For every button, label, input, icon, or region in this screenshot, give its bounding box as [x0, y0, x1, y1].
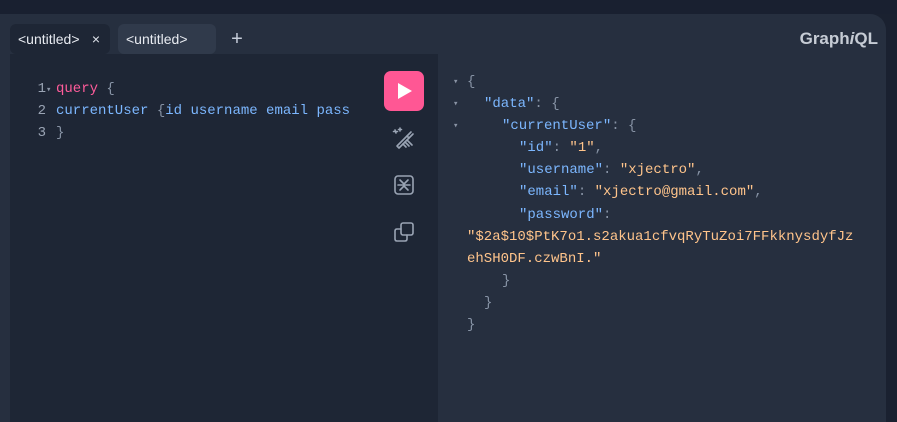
result-line: ▾{	[440, 71, 853, 93]
graphiql-main: <untitled> × <untitled> + GraphiQL 1▾ que…	[0, 14, 886, 422]
query-code[interactable]: 1▾ query { 2 currentUser {id username ema…	[10, 78, 350, 144]
fold-arrow-icon[interactable]: ▾	[453, 115, 458, 137]
results-json: ▾{ ▾ "data": { ▾ "currentUser": { "id": "1…	[440, 71, 853, 336]
fold-arrow-icon[interactable]: ▾	[46, 79, 54, 101]
line-text: query {	[56, 81, 115, 97]
editor-line: 3 }	[10, 122, 350, 144]
top-strip	[0, 0, 897, 14]
result-line: "$2a$10$PtK7o1.s2akua1cfvqRyTuZoi7FFkkny…	[467, 228, 854, 245]
field-name: currentUser	[56, 103, 157, 119]
close-icon[interactable]: ×	[92, 24, 100, 54]
graphiql-logo: GraphiQL	[799, 29, 878, 48]
brace: {	[156, 103, 166, 119]
line-text: }	[56, 125, 65, 141]
play-icon	[398, 83, 412, 99]
result-line: ▾ "data": {	[440, 93, 853, 115]
line-number: 2	[37, 103, 46, 119]
add-tab-button[interactable]: +	[229, 29, 245, 49]
result-line: }	[502, 272, 511, 289]
result-line: "username": "xjectro",	[519, 162, 704, 179]
result-line: "email": "xjectro@gmail.com",	[519, 184, 763, 201]
editor-line: 2 currentUser {id username email pass	[10, 100, 350, 122]
editor-line: 1▾ query {	[10, 78, 350, 100]
run-button[interactable]	[384, 71, 424, 111]
prettify-button[interactable]	[390, 125, 418, 153]
tab-untitled-2[interactable]: <untitled>	[118, 24, 216, 54]
line-number: 3	[37, 125, 46, 141]
tab-label: <untitled>	[126, 31, 188, 47]
result-line: }	[467, 317, 476, 334]
result-line: ▾ "currentUser": {	[440, 115, 853, 137]
copy-query-button[interactable]	[390, 218, 418, 246]
tab-untitled-1[interactable]: <untitled> ×	[10, 24, 110, 54]
graphiql-window: <untitled> × <untitled> + GraphiQL 1▾ que…	[0, 0, 897, 422]
merge-fragments-icon	[394, 175, 414, 195]
tab-label: <untitled>	[18, 31, 80, 47]
results-panel[interactable]: ▾{ ▾ "data": { ▾ "currentUser": { "id": "1…	[440, 54, 886, 422]
query-editor[interactable]: 1▾ query { 2 currentUser {id username ema…	[10, 54, 438, 422]
field-list: id username email pass	[165, 103, 351, 119]
line-number: 1	[37, 81, 46, 97]
result-line: "id": "1",	[519, 140, 604, 157]
merge-fragments-button[interactable]	[390, 171, 418, 199]
result-line: ehSH0DF.czwBnI."	[467, 250, 602, 267]
line-text: currentUser {id username email pass	[54, 100, 350, 122]
result-line: "password":	[519, 206, 612, 223]
query-keyword: query	[56, 81, 99, 97]
magic-wand-icon	[392, 127, 414, 149]
fold-arrow-icon[interactable]: ▾	[453, 71, 458, 93]
result-line: }	[484, 294, 493, 311]
fold-arrow-icon[interactable]: ▾	[453, 93, 458, 115]
copy-icon	[394, 222, 414, 242]
